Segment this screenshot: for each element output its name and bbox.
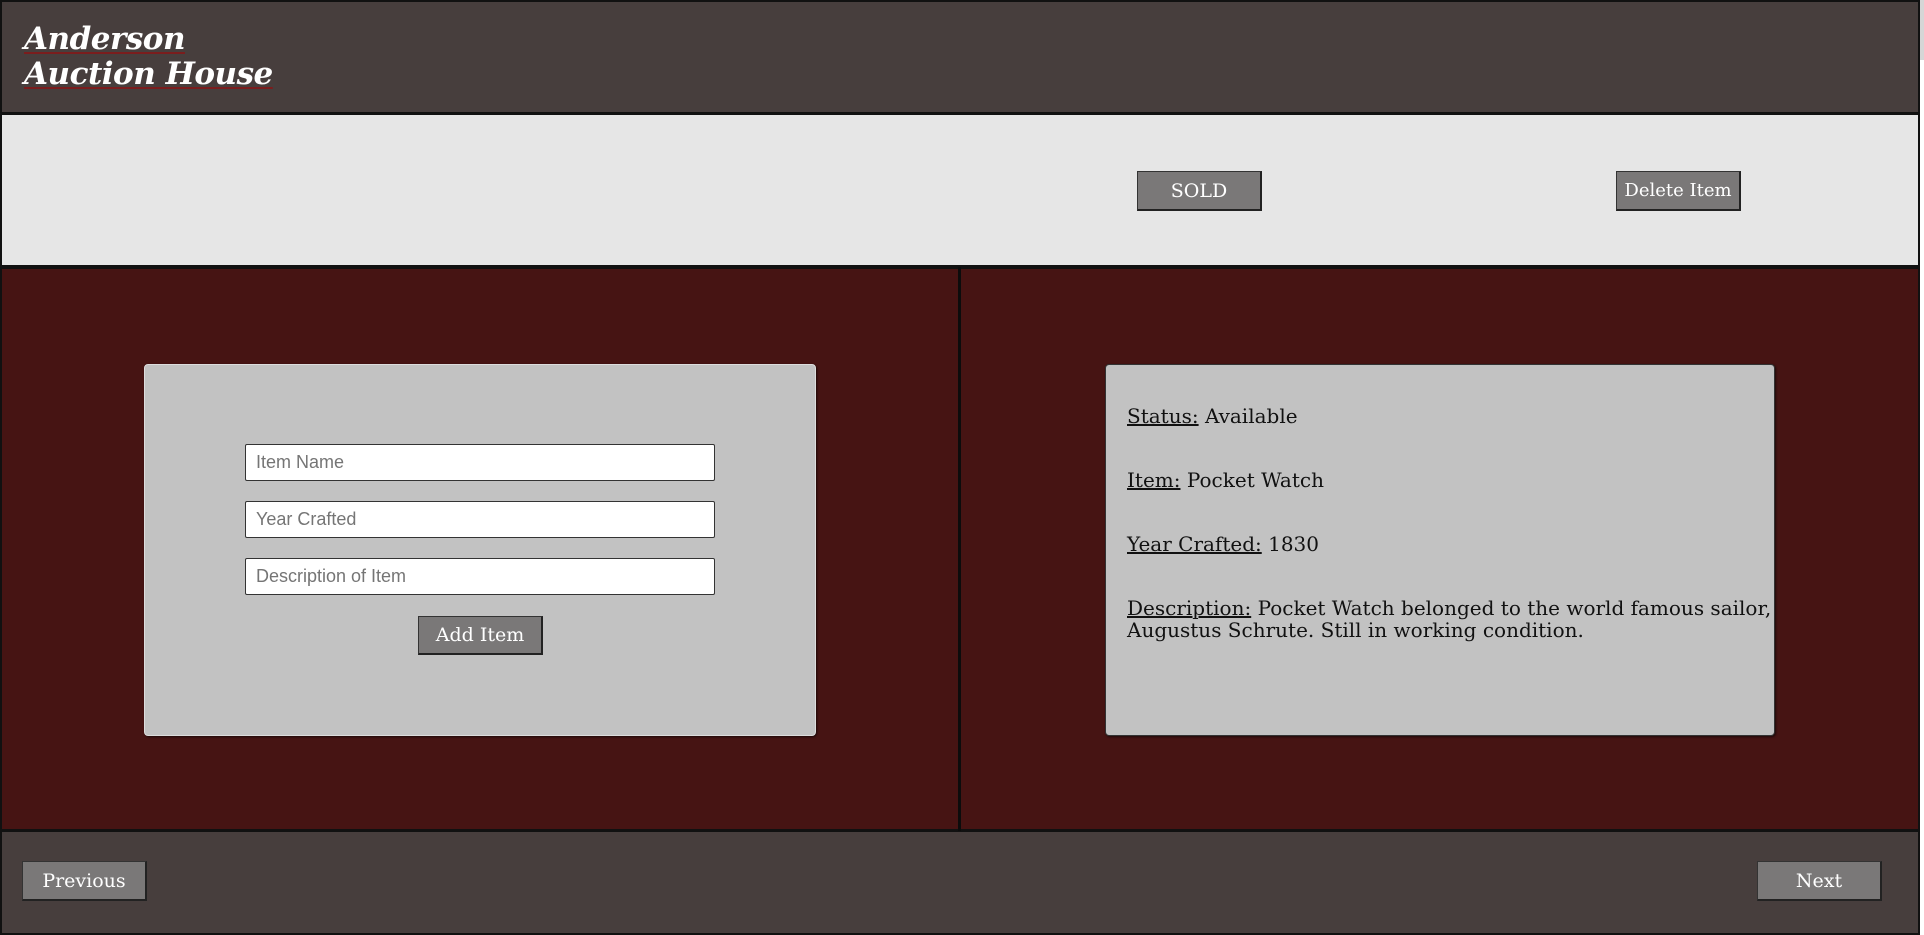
next-button[interactable]: Next	[1757, 861, 1882, 901]
item-label: Item:	[1127, 468, 1181, 492]
delete-item-button[interactable]: Delete Item	[1616, 171, 1741, 211]
brand-logo: Anderson Auction House	[24, 22, 273, 92]
add-item-button[interactable]: Add Item	[418, 616, 543, 655]
item-name-input[interactable]	[245, 444, 715, 481]
panel-divider	[958, 267, 961, 831]
page: Anderson Auction House SOLD Delete Item …	[0, 0, 1924, 935]
brand-line-2: Auction House	[24, 56, 273, 92]
status-line: Status: Available	[1127, 405, 1298, 427]
previous-button[interactable]: Previous	[22, 861, 147, 901]
year-line: Year Crafted: 1830	[1127, 533, 1319, 555]
add-item-card	[144, 364, 816, 736]
brand-line-1: Anderson	[24, 21, 185, 57]
header-bar: Anderson Auction House	[0, 0, 1920, 114]
sold-button[interactable]: SOLD	[1137, 171, 1262, 211]
footer-bar	[0, 831, 1920, 935]
description-line: Description: Pocket Watch belonged to th…	[1127, 597, 1787, 641]
description-label: Description:	[1127, 596, 1252, 620]
item-line: Item: Pocket Watch	[1127, 469, 1324, 491]
year-crafted-input[interactable]	[245, 501, 715, 538]
year-label: Year Crafted:	[1127, 532, 1262, 556]
year-value: 1830	[1268, 532, 1320, 556]
scrollbar[interactable]	[1920, 0, 1924, 60]
item-value: Pocket Watch	[1186, 468, 1324, 492]
status-label: Status:	[1127, 404, 1199, 428]
description-input[interactable]	[245, 558, 715, 595]
status-value: Available	[1204, 404, 1298, 428]
